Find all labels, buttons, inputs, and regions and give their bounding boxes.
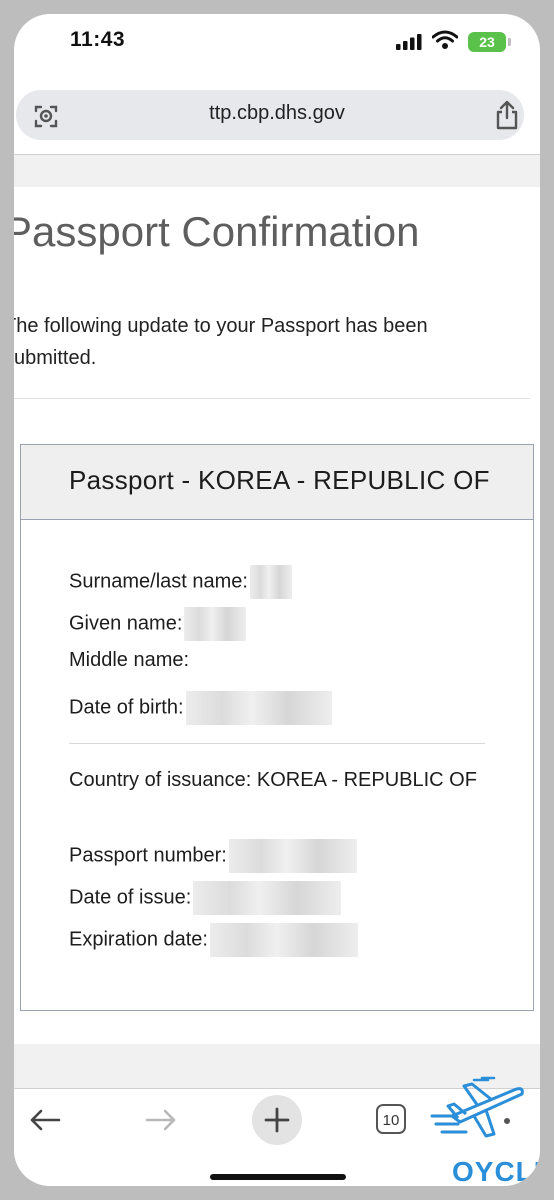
card-divider (69, 743, 485, 744)
middle-name-row: Middle name: (69, 649, 189, 672)
page-title: Passport Confirmation (14, 208, 420, 255)
issue-date-redacted (193, 881, 342, 915)
page-top-band (14, 155, 540, 187)
card-title: Passport - KOREA - REPUBLIC OF (69, 465, 490, 495)
issue-date-row: Date of issue: (69, 881, 342, 915)
share-icon[interactable] (494, 100, 520, 130)
surname-redacted (249, 565, 292, 599)
expiration-date-redacted (209, 923, 358, 957)
middle-name-label: Middle name: (69, 649, 190, 671)
country-row: Country of issuance: KOREA - REPUBLIC OF (69, 763, 489, 797)
card-header: Passport - KOREA - REPUBLIC OF (21, 445, 533, 520)
surname-label: Surname/last name: (69, 570, 248, 593)
tab-switcher-button[interactable]: 10 (376, 1104, 406, 1134)
phone-screen: 11:43 23 ttp.cbp.dhs.gov Passport Confir… (14, 14, 540, 1186)
passport-number-row: Passport number: (69, 839, 357, 873)
airplane-logo-icon (430, 1076, 524, 1138)
wifi-icon (432, 30, 458, 49)
battery-icon: 23 (468, 32, 506, 52)
expiration-date-label: Expiration date: (69, 928, 208, 951)
issue-date-label: Date of issue: (69, 886, 192, 909)
back-arrow-icon[interactable] (28, 1108, 62, 1132)
intro-text: The following update to your Passport ha… (14, 315, 428, 369)
dob-redacted (185, 691, 332, 725)
given-name-row: Given name: (69, 607, 247, 641)
plus-icon (264, 1107, 290, 1133)
passport-number-redacted (228, 839, 357, 873)
country-value: KOREA - REPUBLIC OF (256, 769, 477, 791)
content-divider (14, 398, 530, 399)
url-text[interactable]: ttp.cbp.dhs.gov (14, 102, 540, 125)
surname-row: Surname/last name: (69, 565, 292, 599)
expiration-date-row: Expiration date: (69, 923, 358, 957)
home-indicator[interactable] (210, 1174, 346, 1180)
battery-tip (508, 38, 511, 46)
new-tab-button[interactable] (252, 1095, 302, 1145)
battery-level: 23 (479, 34, 495, 50)
dob-row: Date of birth: (69, 691, 332, 725)
tab-count: 10 (382, 1112, 400, 1129)
dob-label: Date of birth: (69, 696, 184, 719)
status-bar: 11:43 23 (14, 14, 540, 74)
given-name-label: Given name: (69, 612, 183, 635)
forward-arrow-icon[interactable] (144, 1108, 178, 1132)
passport-number-label: Passport number: (69, 844, 227, 867)
passport-card: Passport - KOREA - REPUBLIC OF Surname/l… (20, 444, 534, 1011)
given-name-redacted (184, 607, 247, 641)
signal-icon (396, 34, 422, 50)
watermark-text: OYCLE (452, 1156, 540, 1186)
country-label: Country of issuance: (69, 769, 252, 791)
status-time: 11:43 (70, 28, 126, 51)
